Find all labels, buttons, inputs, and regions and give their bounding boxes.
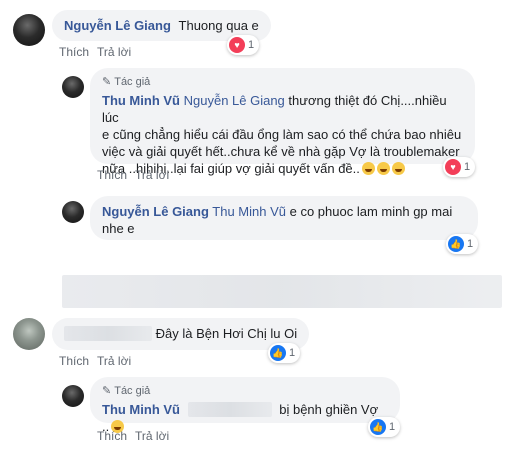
comment-author[interactable]: Nguyễn Lê Giang	[102, 204, 209, 219]
reply-link[interactable]: Trả lời	[97, 354, 131, 368]
avatar[interactable]	[62, 201, 84, 223]
comment-bubble: ✎ Tác giả Thu Minh Vũ bị bệnh ghiền Vợ .…	[90, 377, 400, 434]
reaction-count: 1	[464, 161, 471, 173]
comment-bubble: ✎ Tác giả Thu Minh Vũ Nguyễn Lê Giang th…	[90, 68, 475, 176]
comment-author[interactable]: Thu Minh Vũ	[102, 93, 180, 108]
reaction-count: 1	[248, 39, 255, 51]
avatar[interactable]	[62, 76, 84, 98]
heart-icon: ♥	[229, 37, 245, 53]
comment-text-line: e co phuoc lam minh gp mai	[289, 204, 453, 219]
comment-author[interactable]: Thu Minh Vũ	[102, 402, 180, 417]
like-icon: 👍	[448, 236, 464, 252]
comment-bubble: Nguyễn Lê Giang Thu Minh Vũ e co phuoc l…	[90, 196, 478, 240]
reaction-badge[interactable]: 👍 1	[268, 343, 301, 363]
author-tag: ✎ Tác giả	[102, 75, 463, 89]
laughing-emoji-icon	[361, 162, 375, 175]
author-tag-label: Tác giả	[114, 75, 151, 88]
comment-actions: Thích Trả lời	[97, 429, 177, 443]
avatar[interactable]	[13, 318, 45, 350]
mention-link[interactable]: Nguyễn Lê Giang	[184, 93, 285, 108]
like-link[interactable]: Thích	[97, 429, 127, 443]
like-link[interactable]: Thích	[59, 45, 89, 59]
like-link[interactable]: Thích	[97, 168, 127, 182]
comment-text-line: nhe e	[102, 221, 135, 236]
laughing-emoji-icon	[376, 162, 390, 175]
reaction-count: 1	[389, 421, 396, 433]
comment-text: Thuong qua e	[178, 18, 259, 33]
reaction-badge[interactable]: 👍 1	[446, 234, 479, 254]
comment-text-line: e cũng chẳng hiểu cái đầu ổng làm sao có…	[102, 127, 462, 142]
pencil-icon: ✎	[102, 384, 112, 397]
like-icon: 👍	[270, 345, 286, 361]
comment-author[interactable]: Nguyễn Lê Giang	[64, 18, 171, 33]
reaction-count: 1	[289, 347, 296, 359]
reaction-count: 1	[467, 238, 474, 250]
laughing-emoji-icon	[391, 162, 405, 175]
reaction-badge[interactable]: ♥ 1	[227, 35, 260, 55]
author-tag: ✎ Tác giả	[102, 384, 388, 398]
avatar[interactable]	[62, 385, 84, 407]
comment-actions: Thích Trả lời	[59, 45, 139, 59]
comment-actions: Thích Trả lời	[59, 354, 139, 368]
reply-link[interactable]: Trả lời	[97, 45, 131, 59]
author-tag-label: Tác giả	[114, 384, 151, 397]
heart-icon: ♥	[445, 159, 461, 175]
redacted-block	[62, 275, 502, 308]
redacted-mention	[187, 402, 272, 417]
like-icon: 👍	[370, 419, 386, 435]
like-link[interactable]: Thích	[59, 354, 89, 368]
reply-link[interactable]: Trả lời	[135, 168, 169, 182]
pencil-icon: ✎	[102, 75, 112, 88]
redacted-name	[64, 326, 152, 341]
mention-link[interactable]: Thu Minh Vũ	[212, 204, 286, 219]
avatar[interactable]	[13, 14, 45, 46]
reaction-badge[interactable]: ♥ 1	[443, 157, 476, 177]
comment-text-line: việc và giải quyết hết..chưa kể về nhà g…	[102, 144, 460, 159]
reply-link[interactable]: Trả lời	[135, 429, 169, 443]
comment-text: Đây là Bện Hơi Chị lu Oi	[155, 326, 298, 341]
reaction-badge[interactable]: 👍 1	[368, 417, 401, 437]
comment-actions: Thích Trả lời	[97, 168, 177, 182]
